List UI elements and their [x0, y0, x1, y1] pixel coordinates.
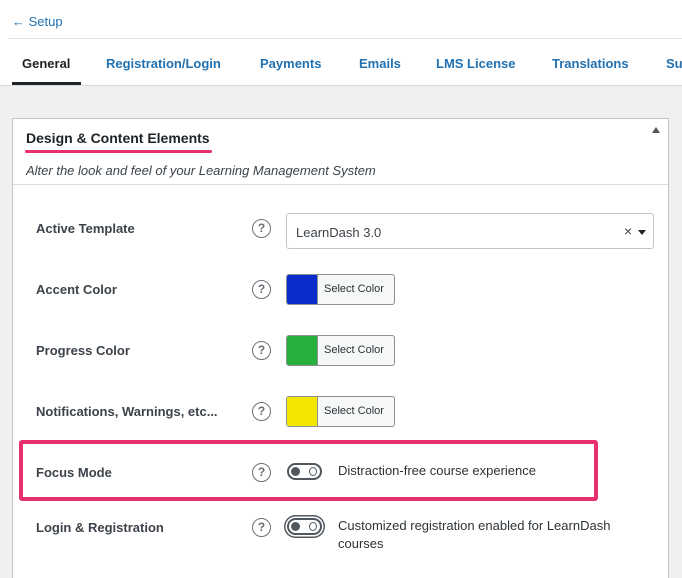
tab-payments[interactable]: Payments [260, 56, 321, 71]
progress-color-label: Progress Color [36, 343, 130, 358]
select-color-label: Select Color [324, 344, 384, 356]
accent-color-label: Accent Color [36, 282, 117, 297]
select-color-label: Select Color [324, 283, 384, 295]
accent-color-swatch [287, 275, 318, 304]
login-registration-label: Login & Registration [36, 520, 164, 535]
focus-mode-toggle[interactable] [287, 463, 322, 480]
active-template-label: Active Template [36, 221, 135, 236]
tab-translations[interactable]: Translations [552, 56, 629, 71]
panel-title: Design & Content Elements [26, 130, 210, 146]
progress-color-picker[interactable]: Select Color [286, 335, 395, 366]
select-color-label: Select Color [324, 405, 384, 417]
accent-color-help-icon[interactable]: ? [252, 280, 271, 299]
tab-emails[interactable]: Emails [359, 56, 401, 71]
login-registration-help-icon[interactable]: ? [252, 518, 271, 537]
login-registration-description-line1: Customized registration enabled for Lear… [338, 518, 611, 533]
progress-color-help-icon[interactable]: ? [252, 341, 271, 360]
tab-general[interactable]: General [22, 56, 70, 71]
toggle-knob [291, 467, 300, 476]
tab-registration-login[interactable]: Registration/Login [106, 56, 221, 71]
back-to-setup-link[interactable]: ← Setup [12, 14, 63, 29]
toggle-off-icon [309, 522, 317, 531]
active-template-value: LearnDash 3.0 [296, 225, 382, 240]
top-navigation: ← Setup General Registration/Login Payme… [0, 0, 682, 86]
notifications-color-label: Notifications, Warnings, etc... [36, 404, 218, 419]
title-annotation-underline [25, 150, 212, 153]
focus-mode-label: Focus Mode [36, 465, 112, 480]
chevron-down-icon [638, 230, 646, 235]
active-template-select[interactable]: LearnDash 3.0 × [286, 213, 654, 249]
progress-color-swatch [287, 336, 318, 365]
collapse-toggle-icon[interactable] [652, 127, 660, 133]
notifications-color-picker[interactable]: Select Color [286, 396, 395, 427]
divider [8, 38, 682, 39]
toggle-knob [291, 522, 300, 531]
toggle-off-icon [309, 467, 317, 476]
panel-subtitle: Alter the look and feel of your Learning… [26, 163, 376, 178]
tab-lms-license[interactable]: LMS License [436, 56, 515, 71]
login-registration-toggle[interactable] [287, 518, 322, 535]
clear-icon[interactable]: × [624, 223, 632, 239]
accent-color-picker[interactable]: Select Color [286, 274, 395, 305]
tab-support[interactable]: Su [666, 56, 682, 71]
active-tab-indicator [12, 82, 81, 85]
focus-mode-help-icon[interactable]: ? [252, 463, 271, 482]
active-template-help-icon[interactable]: ? [252, 219, 271, 238]
notifications-color-swatch [287, 397, 318, 426]
focus-mode-description: Distraction-free course experience [338, 463, 536, 478]
notifications-help-icon[interactable]: ? [252, 402, 271, 421]
panel-header: Design & Content Elements Alter the look… [13, 119, 668, 185]
login-registration-description-line2: courses [338, 536, 384, 551]
